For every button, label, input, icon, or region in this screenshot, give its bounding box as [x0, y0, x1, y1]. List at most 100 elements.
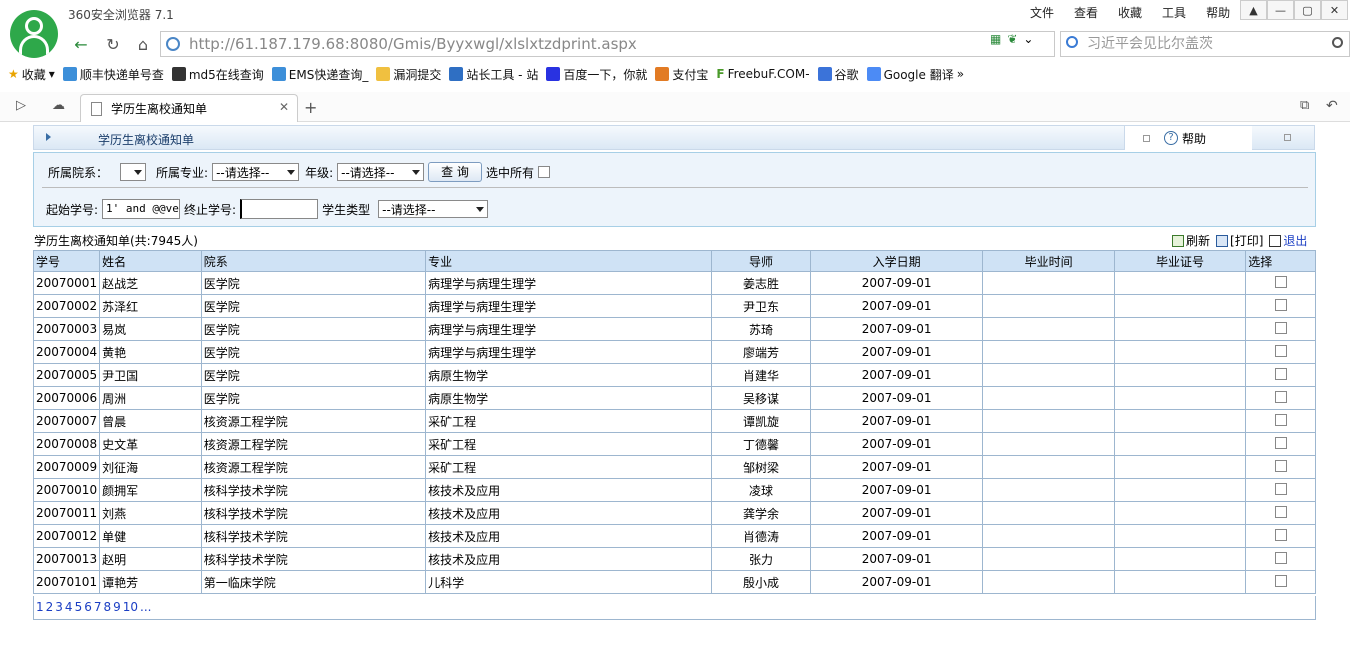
- row-select-checkbox[interactable]: [1274, 344, 1287, 357]
- page-link[interactable]: 6: [84, 600, 92, 614]
- qr-code-icon[interactable]: ▦: [990, 32, 1001, 46]
- cell-name: 刘燕: [99, 501, 202, 525]
- cell-name: 苏泽红: [99, 294, 202, 318]
- table-row: 20070008 史文革 核资源工程学院 采矿工程 丁德馨 2007-09-01: [32, 432, 1316, 456]
- sidebar-toggle-icon[interactable]: ▷: [16, 98, 26, 113]
- cloud-icon[interactable]: ☁: [52, 98, 65, 113]
- col-header-name[interactable]: 姓名: [99, 250, 202, 272]
- search-placeholder: 习近平会见比尔盖茨: [1087, 36, 1213, 52]
- cell-diploma-no: [1113, 363, 1247, 387]
- cell-enroll-date: 2007-09-01: [809, 340, 984, 364]
- col-header-dept[interactable]: 院系: [200, 250, 427, 272]
- search-input[interactable]: 习近平会见比尔盖茨: [1060, 31, 1350, 57]
- col-header-grad-time[interactable]: 毕业时间: [982, 250, 1115, 272]
- cell-id: 20070002: [32, 294, 101, 318]
- minimize-button[interactable]: —: [1267, 0, 1294, 20]
- cell-grad-time: [982, 386, 1115, 410]
- menu-view[interactable]: 查看: [1064, 4, 1108, 21]
- row-select-checkbox[interactable]: [1274, 551, 1287, 564]
- cell-dept: 核资源工程学院: [200, 409, 427, 433]
- row-select-checkbox[interactable]: [1274, 505, 1287, 518]
- leaf-icon[interactable]: ❦: [1007, 32, 1017, 46]
- row-select-checkbox[interactable]: [1274, 528, 1287, 541]
- close-tab-icon[interactable]: ✕: [279, 100, 289, 114]
- chevron-down-icon[interactable]: ⌄: [1023, 32, 1033, 46]
- col-header-diploma-no[interactable]: 毕业证号: [1113, 250, 1247, 272]
- reload-icon[interactable]: ↻: [102, 33, 124, 55]
- maximize-button[interactable]: ▢: [1294, 0, 1321, 20]
- close-button[interactable]: ✕: [1321, 0, 1348, 20]
- refresh-button[interactable]: 刷新: [1172, 232, 1210, 249]
- printer-icon: [1216, 235, 1229, 247]
- cell-id: 20070013: [32, 547, 101, 571]
- menu-help[interactable]: 帮助: [1196, 4, 1240, 21]
- col-header-enroll-date[interactable]: 入学日期: [809, 250, 984, 272]
- row-select-checkbox[interactable]: [1274, 298, 1287, 311]
- row-select-checkbox[interactable]: [1274, 436, 1287, 449]
- menu-tools[interactable]: 工具: [1152, 4, 1196, 21]
- cell-enroll-date: 2007-09-01: [809, 570, 984, 594]
- address-bar[interactable]: http://61.187.179.68:8080/Gmis/Byyxwgl/x…: [160, 31, 1055, 57]
- end-id-input[interactable]: [240, 199, 319, 219]
- col-header-id[interactable]: 学号: [32, 250, 101, 272]
- page-link[interactable]: 4: [65, 600, 73, 614]
- row-select-checkbox[interactable]: [1274, 459, 1287, 472]
- row-select-checkbox[interactable]: [1274, 482, 1287, 495]
- menu-favorites[interactable]: 收藏: [1108, 4, 1152, 21]
- page-link[interactable]: 3: [55, 600, 63, 614]
- undo-close-icon[interactable]: ↶: [1326, 98, 1338, 114]
- cell-enroll-date: 2007-09-01: [809, 478, 984, 502]
- student-type-select[interactable]: --请选择--: [378, 200, 489, 218]
- row-select-checkbox[interactable]: [1274, 321, 1287, 334]
- page-link[interactable]: 7: [94, 600, 102, 614]
- major-select[interactable]: --请选择--: [212, 163, 300, 181]
- page-link[interactable]: 8: [103, 600, 111, 614]
- search-icon[interactable]: [1332, 37, 1343, 48]
- table-row: 20070013 赵明 核科学技术学院 核技术及应用 张力 2007-09-01: [32, 547, 1316, 571]
- row-select-checkbox[interactable]: [1274, 367, 1287, 380]
- print-button[interactable]: [打印]: [1216, 232, 1263, 249]
- bookmark-webmaster[interactable]: 站长工具 - 站: [449, 66, 538, 83]
- page-link[interactable]: ...: [140, 600, 151, 614]
- bookmark-vuln-submit[interactable]: 漏洞提交: [376, 66, 441, 83]
- bookmark-google[interactable]: 谷歌: [817, 66, 859, 83]
- bookmark-freebuf[interactable]: F FreebuF.COM-: [716, 67, 809, 81]
- dept-select[interactable]: [120, 163, 147, 181]
- bookmark-baidu[interactable]: 百度一下，你就: [546, 66, 647, 83]
- page-link[interactable]: 1: [36, 600, 44, 614]
- row-select-checkbox[interactable]: [1274, 413, 1287, 426]
- query-button[interactable]: 查 询: [428, 162, 482, 182]
- cell-enroll-date: 2007-09-01: [809, 386, 984, 410]
- cell-name: 周洲: [99, 386, 202, 410]
- bookmark-favorites[interactable]: ★ 收藏 ▾: [8, 66, 55, 83]
- pin-icon[interactable]: ▲: [1240, 0, 1267, 20]
- grade-select[interactable]: --请选择--: [337, 163, 425, 181]
- bookmark-google-translate[interactable]: Google 翻译 »: [866, 66, 964, 83]
- page-link[interactable]: 9: [113, 600, 121, 614]
- new-tab-button[interactable]: +: [304, 98, 317, 117]
- bookmark-alipay[interactable]: 支付宝: [655, 66, 708, 83]
- col-header-major[interactable]: 专业: [425, 250, 713, 272]
- row-select-checkbox[interactable]: [1274, 275, 1287, 288]
- row-select-checkbox[interactable]: [1274, 574, 1287, 587]
- cell-id: 20070101: [32, 570, 101, 594]
- bookmark-md5[interactable]: md5在线查询: [171, 66, 264, 83]
- col-header-advisor[interactable]: 导师: [711, 250, 811, 272]
- bookmark-sf-express[interactable]: 顺丰快递单号查: [62, 66, 164, 83]
- page-link[interactable]: 5: [75, 600, 83, 614]
- home-icon[interactable]: ⌂: [132, 33, 154, 55]
- tab-current[interactable]: 学历生离校通知单 ✕: [80, 94, 298, 122]
- menu-file[interactable]: 文件: [1020, 4, 1064, 21]
- exit-button[interactable]: 退出: [1269, 232, 1307, 249]
- select-all-checkbox[interactable]: [537, 166, 550, 178]
- bookmarks-bar: ★ 收藏 ▾ 顺丰快递单号查 md5在线查询 EMS快递查询_ 漏洞提交 站长工具…: [0, 61, 1350, 87]
- bookmark-ems[interactable]: EMS快递查询_: [271, 66, 368, 83]
- help-link[interactable]: ? 帮助: [1124, 126, 1252, 150]
- cell-major: 病原生物学: [425, 363, 713, 387]
- page-link[interactable]: 2: [46, 600, 54, 614]
- start-id-input[interactable]: 1' and @@ver: [102, 199, 181, 219]
- restore-tab-icon[interactable]: ⧉: [1300, 98, 1309, 113]
- page-link[interactable]: 10: [123, 600, 138, 614]
- row-select-checkbox[interactable]: [1274, 390, 1287, 403]
- back-arrow-icon[interactable]: ←: [70, 33, 92, 55]
